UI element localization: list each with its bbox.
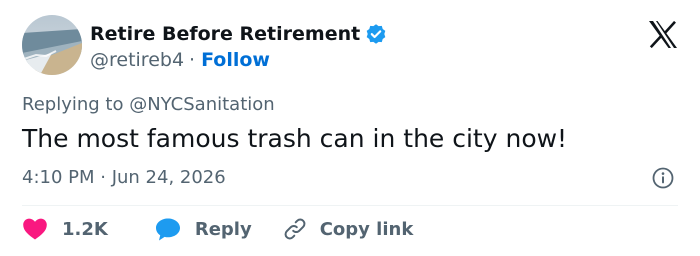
author-display-name[interactable]: Retire Before Retirement: [90, 21, 387, 47]
author-name-text[interactable]: Retire Before Retirement: [90, 21, 360, 47]
tweet-text: The most famous trash can in the city no…: [22, 124, 568, 153]
follow-button[interactable]: Follow: [201, 49, 270, 71]
divider: [22, 205, 678, 206]
replying-to: Replying to @NYCSanitation: [22, 92, 275, 118]
replying-to-prefix: Replying to: [22, 94, 130, 115]
separator: ·: [189, 49, 196, 71]
like-count: 1.2K: [62, 218, 108, 240]
avatar[interactable]: [22, 15, 82, 75]
x-logo-icon[interactable]: [648, 20, 678, 49]
replying-to-handle[interactable]: @NYCSanitation: [129, 94, 274, 115]
heart-icon: [22, 217, 48, 241]
speech-bubble-icon: [155, 217, 181, 241]
link-icon: [283, 217, 307, 241]
author-handle-row: @retireb4 · Follow: [90, 47, 270, 73]
like-button[interactable]: 1.2K: [22, 217, 108, 241]
author-handle[interactable]: @retireb4: [90, 49, 184, 71]
copy-link-label: Copy link: [319, 218, 414, 240]
verified-badge-icon[interactable]: [365, 23, 387, 45]
reply-label: Reply: [194, 218, 252, 240]
info-icon[interactable]: [652, 167, 674, 189]
avatar-beach-image: [22, 15, 82, 75]
action-bar: 1.2K Reply Copy link: [22, 215, 413, 243]
reply-button[interactable]: Reply: [155, 217, 252, 241]
copy-link-button[interactable]: Copy link: [283, 217, 414, 241]
tweet-timestamp[interactable]: 4:10 PM · Jun 24, 2026: [22, 165, 226, 191]
